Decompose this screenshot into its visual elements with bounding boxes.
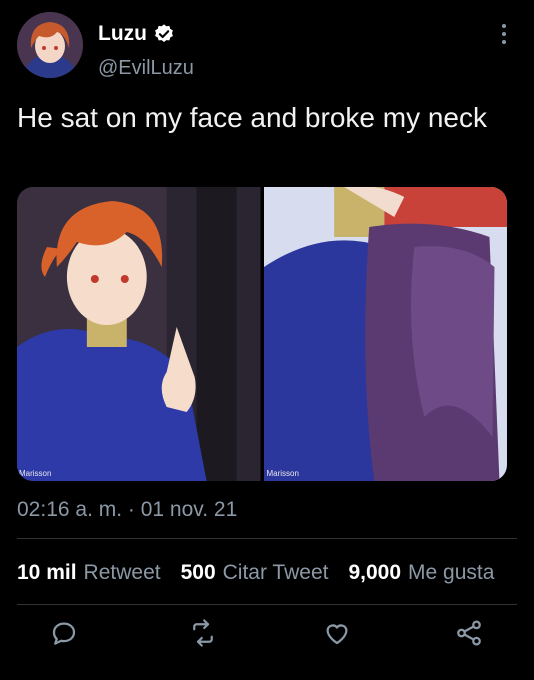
divider (17, 538, 517, 539)
likes-count[interactable]: 9,000 (348, 561, 401, 585)
verified-badge-icon (155, 24, 173, 42)
media-grid: Marisson Marisson (17, 187, 507, 481)
avatar[interactable] (17, 12, 83, 78)
tweet-text: He sat on my face and broke my neck (17, 102, 487, 133)
media-image-1[interactable]: Marisson (17, 187, 261, 481)
tweet-timestamp[interactable]: 02:16 a. m. · 01 nov. 21 (17, 498, 237, 522)
display-name[interactable]: Luzu (98, 22, 175, 46)
reply-icon (52, 622, 76, 645)
retweets-count[interactable]: 10 mil (17, 561, 77, 585)
like-button[interactable] (322, 618, 358, 654)
user-handle[interactable]: @EvilLuzu (98, 57, 194, 80)
engagement-stats: 10 mil Retweet 500 Citar Tweet 9,000 Me … (17, 561, 514, 585)
retweet-icon (193, 619, 213, 647)
divider (17, 604, 517, 605)
action-bar (0, 618, 534, 654)
media-watermark-2: Marisson (266, 469, 299, 478)
quotes-count[interactable]: 500 (181, 561, 216, 585)
like-icon (326, 624, 348, 645)
share-button[interactable] (454, 618, 490, 654)
share-icon (457, 620, 481, 646)
retweets-label[interactable]: Retweet (84, 561, 161, 585)
media-image-2[interactable]: Marisson (263, 187, 507, 481)
media-watermark-1: Marisson (19, 469, 52, 478)
reply-button[interactable] (49, 618, 85, 654)
more-options-icon[interactable] (494, 20, 514, 48)
retweet-button[interactable] (188, 618, 224, 654)
display-name-text: Luzu (98, 22, 147, 45)
quotes-label[interactable]: Citar Tweet (223, 561, 329, 585)
likes-label[interactable]: Me gusta (408, 561, 494, 585)
